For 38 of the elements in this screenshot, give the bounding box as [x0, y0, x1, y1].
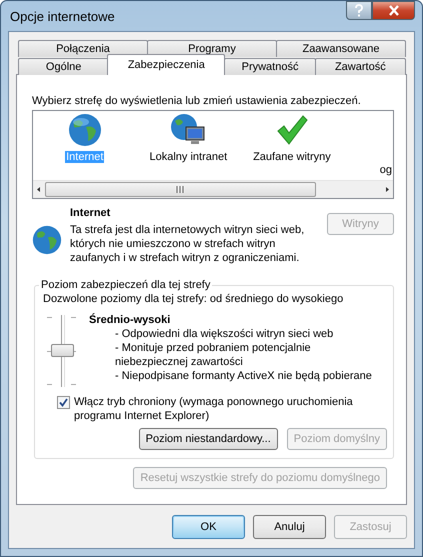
- window-title: Opcje internetowe: [9, 8, 115, 24]
- globe-icon: [32, 225, 62, 255]
- help-button[interactable]: [346, 1, 372, 20]
- tab[interactable]: Zabezpieczenia: [107, 54, 226, 75]
- checkbox[interactable]: [57, 396, 70, 409]
- globe-icon: [68, 113, 102, 147]
- tab[interactable]: Prywatność: [224, 58, 316, 75]
- group-title: Poziom zabezpieczeń dla tej strefy: [40, 279, 212, 291]
- scroll-thumb[interactable]: [45, 182, 316, 197]
- dialog-button[interactable]: OK: [172, 515, 245, 539]
- instruction-text: Wybierz strefę do wyświetlenia lub zmień ustawienia zabezpieczeń.: [32, 95, 362, 107]
- zone-label[interactable]: og: [378, 164, 393, 176]
- level-description: - Odpowiedni dla większości witryn sieci web: [114, 327, 334, 341]
- tab[interactable]: Ogólne: [18, 58, 110, 75]
- level-description: - Niepodpisane formanty ActiveX nie będą pobierane: [114, 369, 373, 383]
- level-name: Średnio-wysoki: [89, 314, 172, 326]
- level-description: - Monituje przed pobraniem potencjalnie niebezpiecznej zawartości: [114, 341, 312, 369]
- question-mark-icon: [353, 4, 365, 17]
- zone-label[interactable]: Zaufane witryny: [252, 151, 332, 163]
- zone-description: Ta strefa jest dla internetowych witryn sieci web, których nie umieszczono w strefach witryn zaufanych i w strefach witryn z ograniczeniami.: [70, 223, 306, 265]
- security-slider[interactable]: [47, 315, 79, 387]
- checkbox-label: Włącz tryb chroniony (wymaga ponownego uruchomienia programu Internet Explorer): [74, 395, 354, 423]
- zone-label[interactable]: Lokalny intranet: [148, 151, 228, 163]
- tab[interactable]: Połączenia: [18, 40, 148, 57]
- tab[interactable]: Zawartość: [314, 58, 406, 75]
- globe-monitor-icon: [170, 113, 206, 147]
- dialog-button[interactable]: Anuluj: [253, 515, 326, 539]
- grip-icon: [176, 186, 185, 193]
- level-button[interactable]: Poziom niestandardowy...: [138, 428, 278, 450]
- close-button[interactable]: [372, 1, 415, 20]
- horizontal-scrollbar[interactable]: [33, 180, 393, 198]
- allowed-levels-text: Dozwolone poziomy dla tej strefy: od średniego do wysokiego: [43, 293, 344, 305]
- zone-title: Internet: [70, 207, 112, 219]
- slider-thumb[interactable]: [50, 344, 74, 357]
- tab[interactable]: Zaawansowane: [276, 40, 406, 57]
- checkmark-icon: [59, 398, 68, 407]
- check-icon: [274, 113, 309, 147]
- close-icon: [388, 5, 400, 16]
